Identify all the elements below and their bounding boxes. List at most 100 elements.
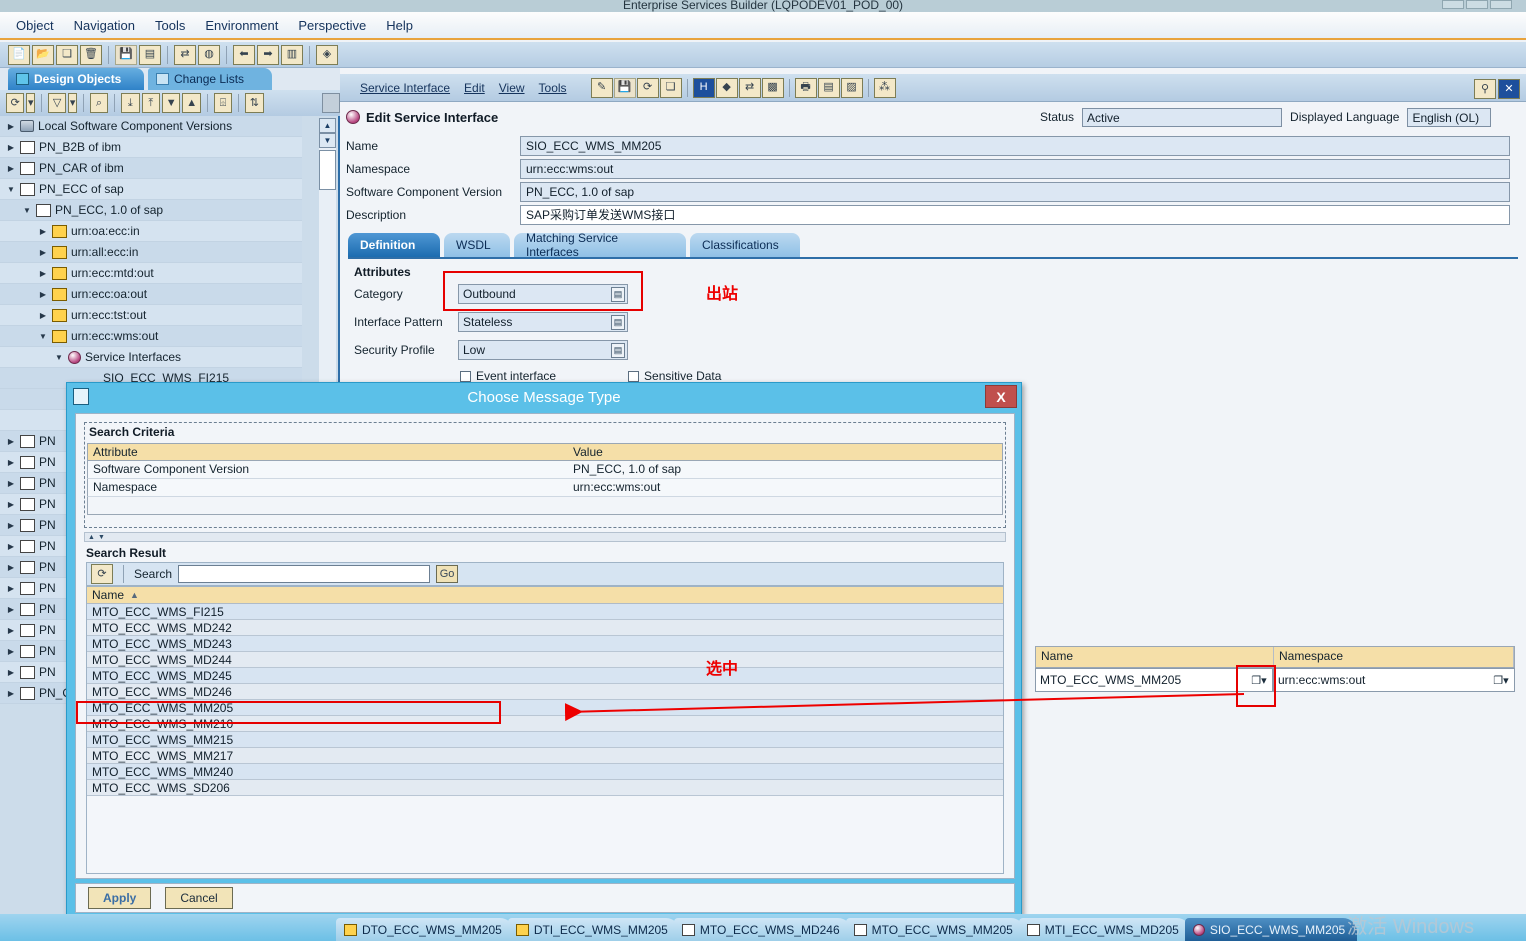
tree-item[interactable]: ▼Service Interfaces [0,347,302,368]
window-controls[interactable] [1440,0,1520,12]
cancel-button[interactable]: Cancel [165,887,232,909]
object-icon[interactable]: ◆ [716,78,738,98]
chevron-right-icon[interactable]: ▶ [38,227,48,236]
copy-icon[interactable]: ❏ [56,45,78,65]
tree-item[interactable]: ▶Local Software Component Versions [0,116,302,137]
menu-item-tools[interactable]: Tools [155,18,185,33]
chevron-right-icon[interactable]: ▶ [6,605,16,614]
chevron-right-icon[interactable]: ▶ [6,584,16,593]
search-input[interactable] [178,565,430,583]
tree-item[interactable]: ▼PN_ECC, 1.0 of sap [0,200,302,221]
maximize-button[interactable] [1466,0,1488,9]
taskbar-item[interactable]: DTI_ECC_WMS_MM205 [508,918,680,941]
chevron-down-icon[interactable]: ▤ [611,343,625,358]
dialog-close-button[interactable]: X [985,385,1017,408]
move-down-icon[interactable]: ▼ [162,93,180,113]
list-item[interactable]: MTO_ECC_WMS_MM205 [87,700,1003,716]
chevron-right-icon[interactable]: ▶ [6,542,16,551]
close-icon[interactable]: ✕ [1498,79,1520,99]
cell-namespace[interactable]: urn:ecc:wms:out ❐▾ [1273,668,1515,692]
chevron-right-icon[interactable]: ▶ [6,479,16,488]
list-item[interactable]: MTO_ECC_WMS_MD245 [87,668,1003,684]
taskbar-item[interactable]: DTO_ECC_WMS_MM205 [336,918,514,941]
move-up-icon[interactable]: ▲ [182,93,200,113]
chevron-right-icon[interactable]: ▶ [6,647,16,656]
chevron-right-icon[interactable]: ▶ [6,668,16,677]
tree-item[interactable]: ▶urn:ecc:mtd:out [0,263,302,284]
tab-matching-service-interfaces[interactable]: Matching Service Interfaces [514,233,686,257]
refresh-icon[interactable]: ⟳ [6,93,24,113]
scroll-down-arrow[interactable]: ▼ [319,133,336,148]
taskbar-item[interactable]: SIO_ECC_WMS_MM205 [1185,918,1357,941]
activate-icon[interactable]: ⟳ [637,78,659,98]
tab-classifications[interactable]: Classifications [690,233,800,257]
activate-icon[interactable]: ▤ [139,45,161,65]
expand-all-icon[interactable]: ⤒ [142,93,160,113]
tab-wsdl[interactable]: WSDL [444,233,510,257]
chevron-right-icon[interactable]: ▶ [6,563,16,572]
chevron-right-icon[interactable]: ▶ [6,626,16,635]
editor-menu-tools[interactable]: Tools [539,81,567,95]
search-result-list[interactable]: Name ▲ MTO_ECC_WMS_FI215MTO_ECC_WMS_MD24… [86,586,1004,874]
documentation-icon[interactable]: ▤ [818,78,840,98]
menu-item-navigation[interactable]: Navigation [74,18,135,33]
taskbar-item[interactable]: MTO_ECC_WMS_MM205 [846,918,1025,941]
pin-icon[interactable]: ⚲ [1474,79,1496,99]
cell-message-type-name[interactable]: MTO_ECC_WMS_MM205 ❐▾ [1035,668,1273,692]
info-icon[interactable]: H [693,78,715,98]
chevron-down-icon[interactable]: ▤ [611,315,625,330]
tab-definition[interactable]: Definition [348,233,440,257]
chevron-right-icon[interactable]: ▶ [38,290,48,299]
print-icon[interactable]: 🖶 [795,78,817,98]
collapse-all-icon[interactable]: ⤓ [121,93,139,113]
tree-item[interactable]: ▶urn:ecc:tst:out [0,305,302,326]
list-item[interactable]: MTO_ECC_WMS_MM215 [87,732,1003,748]
chevron-right-icon[interactable]: ▶ [6,143,16,152]
list-item[interactable]: MTO_ECC_WMS_MM217 [87,748,1003,764]
scroll-up-arrow[interactable]: ▲ [319,118,336,133]
navigate-icon[interactable]: ⇄ [174,45,196,65]
editor-menu-view[interactable]: View [499,81,525,95]
interface-pattern-select[interactable]: Stateless ▤ [458,312,628,332]
chevron-down-icon[interactable]: ▼ [6,185,16,194]
chevron-right-icon[interactable]: ▶ [6,521,16,530]
editor-menu-edit[interactable]: Edit [464,81,485,95]
chevron-right-icon[interactable]: ▶ [6,458,16,467]
search-result-header[interactable]: Name ▲ [87,587,1003,604]
scroll-thumb[interactable] [319,150,336,190]
tree-item[interactable]: ▶urn:ecc:oa:out [0,284,302,305]
table-row[interactable]: Software Component Version PN_ECC, 1.0 o… [87,461,1003,479]
name-field[interactable]: SIO_ECC_WMS_MM205 [520,136,1510,156]
chevron-right-icon[interactable]: ▶ [6,500,16,509]
tree-item[interactable]: ▼urn:ecc:wms:out [0,326,302,347]
list-item[interactable]: MTO_ECC_WMS_MM210 [87,716,1003,732]
taskbar-item[interactable]: MTI_ECC_WMS_MD205 [1019,918,1191,941]
list-icon[interactable]: ▥ [281,45,303,65]
chevron-right-icon[interactable]: ▶ [6,122,16,131]
copy-icon[interactable]: ❏ [660,78,682,98]
splitter-down-icon[interactable]: ▼ [98,534,105,541]
chevron-right-icon[interactable]: ▶ [38,269,48,278]
tab-change-lists[interactable]: Change Lists [148,68,272,90]
history-icon[interactable]: ▨ [841,78,863,98]
minimize-button[interactable] [1442,0,1464,9]
swap-icon[interactable]: ⇅ [245,93,263,113]
security-profile-select[interactable]: Low ▤ [458,340,628,360]
forward-arrow-icon[interactable]: ➡ [257,45,279,65]
new-document-icon[interactable]: 📄 [8,45,30,65]
where-used-icon[interactable]: ◍ [198,45,220,65]
list-item[interactable]: MTO_ECC_WMS_MM240 [87,764,1003,780]
splitter-up-icon[interactable]: ▲ [88,534,95,541]
chevron-right-icon[interactable]: ▶ [6,437,16,446]
check-icon[interactable]: ▩ [762,78,784,98]
tree-item[interactable]: ▼PN_ECC of sap [0,179,302,200]
go-button[interactable]: Go [436,565,458,583]
menu-item-perspective[interactable]: Perspective [298,18,366,33]
panel-splitter[interactable]: ▲▼ [84,532,1006,542]
stop-icon[interactable] [322,93,340,113]
namespace-field[interactable]: urn:ecc:wms:out [520,159,1510,179]
chevron-right-icon[interactable]: ▶ [6,164,16,173]
close-button[interactable] [1490,0,1512,9]
list-item[interactable]: MTO_ECC_WMS_SD206 [87,780,1003,796]
table-row[interactable]: Namespace urn:ecc:wms:out [87,479,1003,497]
